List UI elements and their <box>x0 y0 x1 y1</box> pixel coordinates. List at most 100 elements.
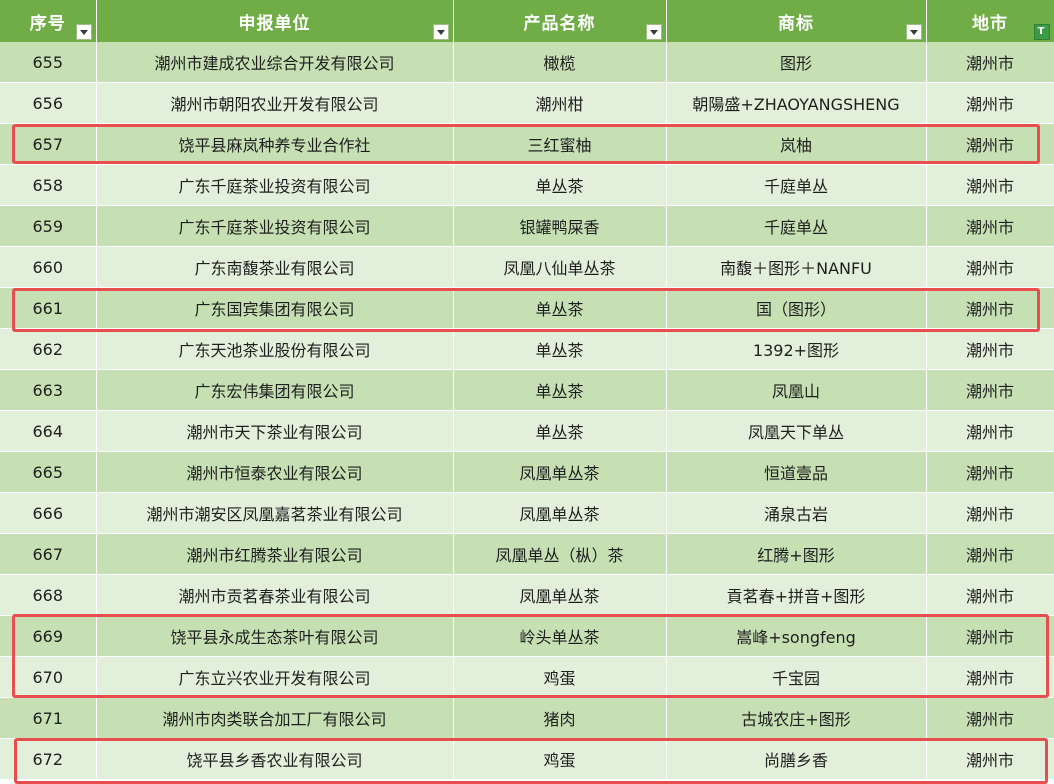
cell-applicant-unit[interactable]: 潮州市潮安区凤凰嘉茗茶业有限公司 <box>96 492 454 534</box>
cell-trademark[interactable]: 凤凰天下单丛 <box>666 410 927 452</box>
cell-city[interactable]: 潮州市 <box>926 615 1054 657</box>
table-row[interactable]: 663 广东宏伟集团有限公司 单丛茶 凤凰山 潮州市 <box>0 369 1054 411</box>
cell-city[interactable]: 潮州市 <box>926 42 1054 83</box>
cell-city[interactable]: 潮州市 <box>926 82 1054 124</box>
cell-serial-no[interactable]: 667 <box>0 533 97 575</box>
cell-product-name[interactable]: 岭头单丛茶 <box>453 615 667 657</box>
cell-product-name[interactable]: 凤凰八仙单丛茶 <box>453 246 667 288</box>
cell-serial-no[interactable]: 668 <box>0 574 97 616</box>
table-row[interactable]: 655 潮州市建成农业综合开发有限公司 橄榄 图形 潮州市 <box>0 42 1054 83</box>
cell-product-name[interactable]: 凤凰单丛茶 <box>453 451 667 493</box>
cell-city[interactable]: 潮州市 <box>926 738 1054 780</box>
cell-city[interactable]: 潮州市 <box>926 410 1054 452</box>
table-row[interactable]: 665 潮州市恒泰农业有限公司 凤凰单丛茶 恒道壹品 潮州市 <box>0 451 1054 493</box>
table-row[interactable]: 667 潮州市红腾茶业有限公司 凤凰单丛（枞）茶 红腾+图形 潮州市 <box>0 533 1054 575</box>
table-row[interactable]: 671 潮州市肉类联合加工厂有限公司 猪肉 古城农庄+图形 潮州市 <box>0 697 1054 739</box>
cell-applicant-unit[interactable]: 广东天池茶业股份有限公司 <box>96 328 454 370</box>
table-row[interactable]: 657 饶平县麻岚种养专业合作社 三红蜜柚 岚柚 潮州市 <box>0 123 1054 165</box>
cell-serial-no[interactable]: 656 <box>0 82 97 124</box>
table-row[interactable]: 664 潮州市天下茶业有限公司 单丛茶 凤凰天下单丛 潮州市 <box>0 410 1054 452</box>
filter-dropdown-icon[interactable] <box>75 24 92 40</box>
table-row[interactable]: 662 广东天池茶业股份有限公司 单丛茶 1392+图形 潮州市 <box>0 328 1054 370</box>
cell-trademark[interactable]: 1392+图形 <box>666 328 927 370</box>
cell-trademark[interactable]: 国（图形） <box>666 287 927 329</box>
cell-serial-no[interactable]: 660 <box>0 246 97 288</box>
table-row[interactable]: 660 广东南馥茶业有限公司 凤凰八仙单丛茶 南馥＋图形＋NANFU 潮州市 <box>0 246 1054 288</box>
cell-serial-no[interactable]: 666 <box>0 492 97 534</box>
cell-product-name[interactable]: 潮州柑 <box>453 82 667 124</box>
cell-trademark[interactable]: 恒道壹品 <box>666 451 927 493</box>
table-row[interactable]: 672 饶平县乡香农业有限公司 鸡蛋 尚膳乡香 潮州市 <box>0 738 1054 780</box>
cell-trademark[interactable]: 尚膳乡香 <box>666 738 927 780</box>
cell-applicant-unit[interactable]: 饶平县乡香农业有限公司 <box>96 738 454 780</box>
cell-city[interactable]: 潮州市 <box>926 123 1054 165</box>
cell-serial-no[interactable]: 665 <box>0 451 97 493</box>
cell-applicant-unit[interactable]: 潮州市肉类联合加工厂有限公司 <box>96 697 454 739</box>
table-row[interactable]: 668 潮州市贡茗春茶业有限公司 凤凰单丛茶 貢茗春+拼音+图形 潮州市 <box>0 574 1054 616</box>
cell-applicant-unit[interactable]: 潮州市天下茶业有限公司 <box>96 410 454 452</box>
cell-applicant-unit[interactable]: 广东国宾集团有限公司 <box>96 287 454 329</box>
table-row[interactable]: 658 广东千庭茶业投资有限公司 单丛茶 千庭单丛 潮州市 <box>0 164 1054 206</box>
cell-applicant-unit[interactable]: 广东南馥茶业有限公司 <box>96 246 454 288</box>
cell-serial-no[interactable]: 664 <box>0 410 97 452</box>
cell-product-name[interactable]: 凤凰单丛（枞）茶 <box>453 533 667 575</box>
cell-trademark[interactable]: 岚柚 <box>666 123 927 165</box>
cell-city[interactable]: 潮州市 <box>926 328 1054 370</box>
cell-trademark[interactable]: 貢茗春+拼音+图形 <box>666 574 927 616</box>
cell-trademark[interactable]: 图形 <box>666 42 927 83</box>
cell-product-name[interactable]: 猪肉 <box>453 697 667 739</box>
cell-applicant-unit[interactable]: 广东宏伟集团有限公司 <box>96 369 454 411</box>
filter-active-icon[interactable]: T <box>1033 24 1050 40</box>
filter-dropdown-icon[interactable] <box>905 24 922 40</box>
cell-product-name[interactable]: 银罐鸭屎香 <box>453 205 667 247</box>
cell-city[interactable]: 潮州市 <box>926 287 1054 329</box>
filter-dropdown-icon[interactable] <box>432 24 449 40</box>
cell-product-name[interactable]: 鸡蛋 <box>453 738 667 780</box>
cell-serial-no[interactable]: 657 <box>0 123 97 165</box>
cell-product-name[interactable]: 三红蜜柚 <box>453 123 667 165</box>
cell-applicant-unit[interactable]: 广东千庭茶业投资有限公司 <box>96 164 454 206</box>
cell-trademark[interactable]: 红腾+图形 <box>666 533 927 575</box>
cell-product-name[interactable]: 单丛茶 <box>453 410 667 452</box>
cell-serial-no[interactable]: 671 <box>0 697 97 739</box>
cell-city[interactable]: 潮州市 <box>926 697 1054 739</box>
cell-serial-no[interactable]: 669 <box>0 615 97 657</box>
cell-serial-no[interactable]: 670 <box>0 656 97 698</box>
table-row[interactable]: 656 潮州市朝阳农业开发有限公司 潮州柑 朝陽盛+ZHAOYANGSHENG 潮州市 <box>0 82 1054 124</box>
cell-applicant-unit[interactable]: 潮州市贡茗春茶业有限公司 <box>96 574 454 616</box>
cell-city[interactable]: 潮州市 <box>926 164 1054 206</box>
cell-applicant-unit[interactable]: 潮州市朝阳农业开发有限公司 <box>96 82 454 124</box>
cell-trademark[interactable]: 千宝园 <box>666 656 927 698</box>
cell-product-name[interactable]: 单丛茶 <box>453 328 667 370</box>
cell-applicant-unit[interactable]: 饶平县麻岚种养专业合作社 <box>96 123 454 165</box>
cell-city[interactable]: 潮州市 <box>926 246 1054 288</box>
cell-city[interactable]: 潮州市 <box>926 574 1054 616</box>
cell-applicant-unit[interactable]: 潮州市红腾茶业有限公司 <box>96 533 454 575</box>
cell-serial-no[interactable]: 658 <box>0 164 97 206</box>
cell-trademark[interactable]: 朝陽盛+ZHAOYANGSHENG <box>666 82 927 124</box>
cell-city[interactable]: 潮州市 <box>926 205 1054 247</box>
cell-applicant-unit[interactable]: 饶平县永成生态茶叶有限公司 <box>96 615 454 657</box>
cell-city[interactable]: 潮州市 <box>926 369 1054 411</box>
cell-applicant-unit[interactable]: 潮州市恒泰农业有限公司 <box>96 451 454 493</box>
cell-serial-no[interactable]: 672 <box>0 738 97 780</box>
table-row[interactable]: 661 广东国宾集团有限公司 单丛茶 国（图形） 潮州市 <box>0 287 1054 329</box>
cell-serial-no[interactable]: 662 <box>0 328 97 370</box>
cell-product-name[interactable]: 橄榄 <box>453 42 667 83</box>
table-row[interactable]: 669 饶平县永成生态茶叶有限公司 岭头单丛茶 嵩峰+songfeng 潮州市 <box>0 615 1054 657</box>
cell-serial-no[interactable]: 661 <box>0 287 97 329</box>
cell-trademark[interactable]: 嵩峰+songfeng <box>666 615 927 657</box>
cell-trademark[interactable]: 古城农庄+图形 <box>666 697 927 739</box>
cell-product-name[interactable]: 凤凰单丛茶 <box>453 574 667 616</box>
cell-product-name[interactable]: 凤凰单丛茶 <box>453 492 667 534</box>
table-row[interactable]: 666 潮州市潮安区凤凰嘉茗茶业有限公司 凤凰单丛茶 涌泉古岩 潮州市 <box>0 492 1054 534</box>
cell-serial-no[interactable]: 663 <box>0 369 97 411</box>
cell-trademark[interactable]: 凤凰山 <box>666 369 927 411</box>
cell-product-name[interactable]: 单丛茶 <box>453 287 667 329</box>
cell-applicant-unit[interactable]: 广东千庭茶业投资有限公司 <box>96 205 454 247</box>
cell-trademark[interactable]: 千庭单丛 <box>666 164 927 206</box>
cell-city[interactable]: 潮州市 <box>926 492 1054 534</box>
cell-trademark[interactable]: 南馥＋图形＋NANFU <box>666 246 927 288</box>
cell-product-name[interactable]: 单丛茶 <box>453 164 667 206</box>
cell-city[interactable]: 潮州市 <box>926 533 1054 575</box>
